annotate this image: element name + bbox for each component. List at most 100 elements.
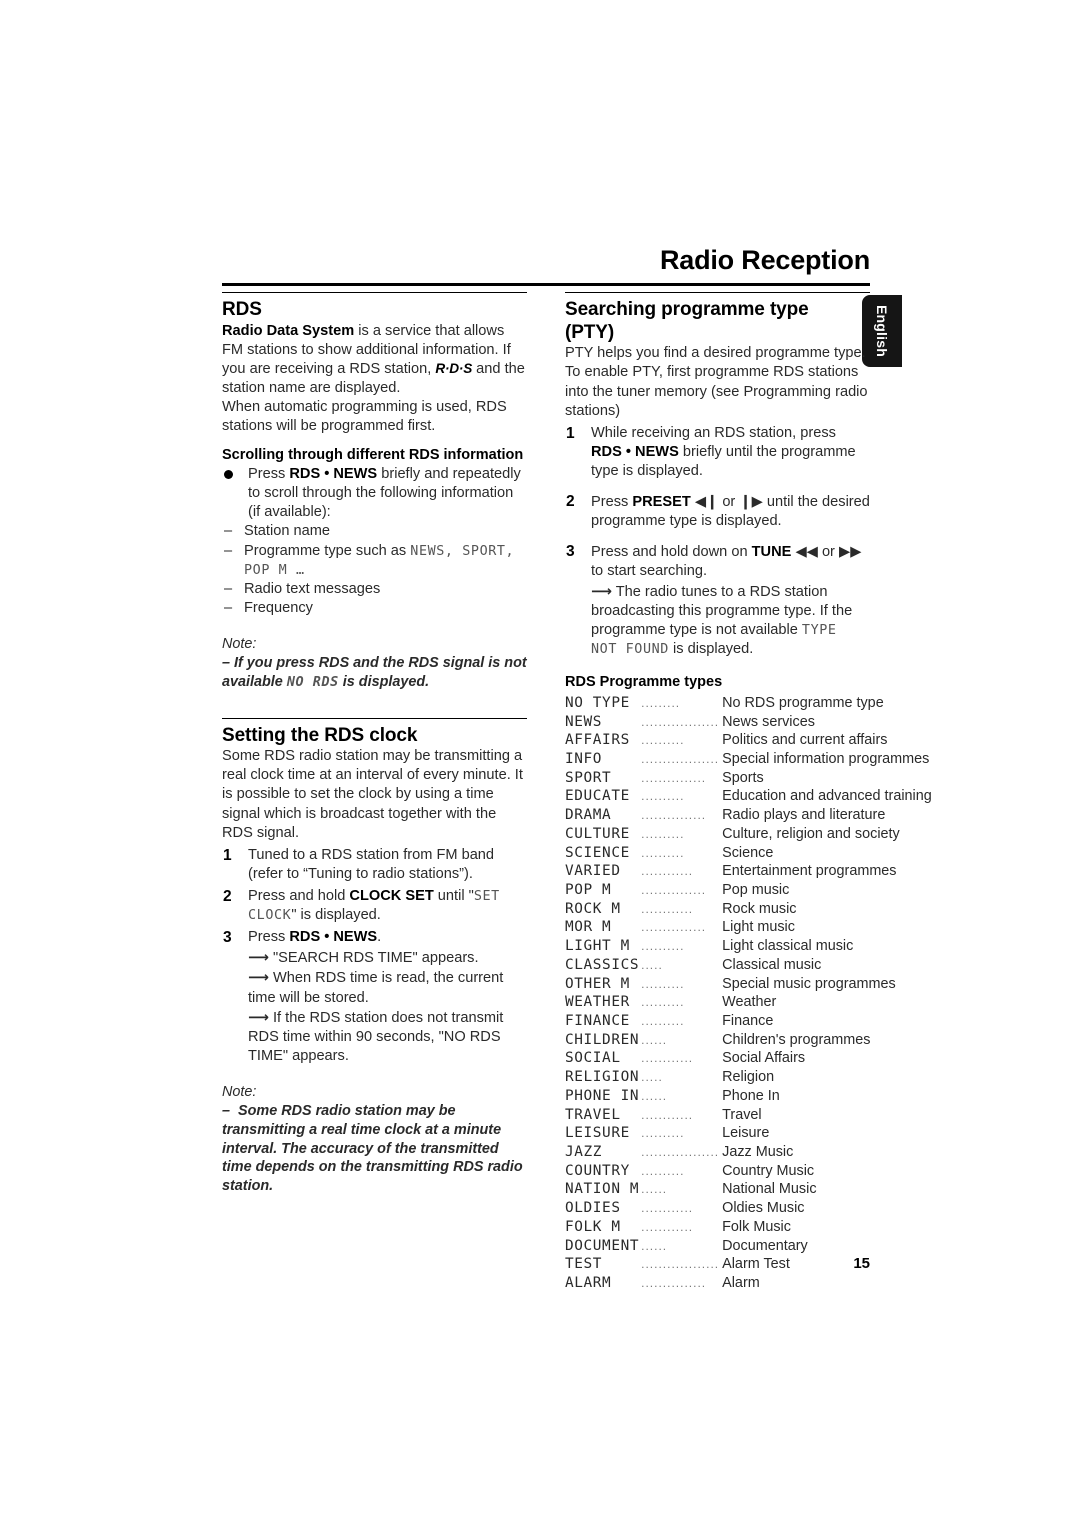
pty-code: CLASSICS xyxy=(565,956,640,973)
preset-previous-icon: ◀❙ xyxy=(694,493,719,511)
pty-result: ⟶ The radio tunes to a RDS station broad… xyxy=(591,582,870,659)
step-text-mid: or xyxy=(817,544,839,561)
step-text-mid: or xyxy=(718,494,740,511)
title-divider xyxy=(222,282,870,286)
note-dash: – xyxy=(222,654,231,671)
pty-leader: .......... xyxy=(641,939,685,954)
table-row: OTHER M.......... Special music programme… xyxy=(565,975,932,994)
pty-heading-line2: (PTY) xyxy=(565,321,615,343)
rds-intro-paragraph: Radio Data System is a service that allo… xyxy=(222,322,527,398)
clock-result-text: "SEARCH RDS TIME" appears. xyxy=(272,950,479,967)
pty-desc: Science xyxy=(722,844,774,861)
table-row: ALARM............... Alarm xyxy=(565,1274,932,1293)
table-row: FINANCE.......... Finance xyxy=(565,1012,932,1031)
pty-code: WEATHER xyxy=(565,994,630,1011)
note-text-body: Some RDS radio station may be transmitti… xyxy=(222,1102,523,1195)
dash-marker: – xyxy=(224,580,233,597)
pty-code: TRAVEL xyxy=(565,1106,621,1123)
pty-steps: 1 While receiving an RDS station, press … xyxy=(565,424,870,659)
pty-code: NO TYPE xyxy=(565,694,630,711)
pty-leader: ..... xyxy=(641,957,663,972)
pty-leader: ............ xyxy=(641,1201,694,1216)
pty-code: COUNTRY xyxy=(565,1162,630,1179)
table-row: DOCUMENT...... Documentary xyxy=(565,1237,932,1256)
pty-desc: Special music programmes xyxy=(722,975,896,992)
preset-button-label: PRESET xyxy=(632,494,691,511)
arrow-right-icon: ⟶ xyxy=(248,949,269,967)
pty-code: JAZZ xyxy=(565,1144,603,1161)
pty-code: SCIENCE xyxy=(565,844,630,861)
table-row: COUNTRY.......... Country Music xyxy=(565,1162,932,1181)
pty-code: FINANCE xyxy=(565,1013,630,1030)
tune-rewind-icon: ◀◀ xyxy=(795,543,818,561)
pty-code: LIGHT M xyxy=(565,938,630,955)
pty-code: RELIGION xyxy=(565,1069,640,1086)
pty-leader: ............ xyxy=(641,901,694,916)
clock-set-button-label: CLOCK SET xyxy=(349,888,434,905)
arrow-right-icon: ⟶ xyxy=(248,1008,269,1026)
pty-desc: Entertainment programmes xyxy=(722,863,897,880)
pty-code: INFO xyxy=(565,750,603,767)
pty-leader: .......... xyxy=(641,733,685,748)
rds-note: Note: – If you press RDS and the RDS sig… xyxy=(222,635,527,692)
note-text-part2: is displayed. xyxy=(338,673,430,690)
clock-result-3: ⟶ If the RDS station does not transmit R… xyxy=(248,1008,527,1066)
clock-intro-paragraph: Some RDS radio station may be transmitti… xyxy=(222,748,523,841)
clock-result-1: ⟶ "SEARCH RDS TIME" appears. xyxy=(248,948,527,968)
table-row: CLASSICS..... Classical music xyxy=(565,956,932,975)
pty-leader: .................. xyxy=(641,1257,720,1272)
pty-code: CHILDREN xyxy=(565,1031,640,1048)
step-number: 3 xyxy=(223,929,232,947)
pty-leader: ............... xyxy=(641,882,707,897)
pty-leader: .......... xyxy=(641,789,685,804)
pty-leader: .................. xyxy=(641,751,720,766)
scrolling-subheading: Scrolling through different RDS informat… xyxy=(222,447,524,464)
pty-desc: Culture, religion and society xyxy=(722,825,900,842)
pty-step-3: 3 Press and hold down on TUNE ◀◀ or ▶▶ t… xyxy=(565,542,870,659)
pty-leader: .......... xyxy=(641,845,685,860)
list-item-label: Radio text messages xyxy=(244,580,381,597)
pty-leader: ............... xyxy=(641,1276,707,1291)
pty-code: NATION M xyxy=(565,1181,640,1198)
pty-desc: Folk Music xyxy=(722,1218,791,1235)
pty-leader: .......... xyxy=(641,1126,685,1141)
list-item-label: Programme type such as xyxy=(244,542,411,559)
step-text-pre: Press and hold xyxy=(248,888,350,905)
table-row: RELIGION..... Religion xyxy=(565,1068,932,1087)
table-row: VARIED............ Entertainment programm… xyxy=(565,862,932,881)
table-row: SPORT............... Sports xyxy=(565,769,932,788)
pty-code: VARIED xyxy=(565,863,621,880)
clock-result-text: If the RDS station does not transmit RDS… xyxy=(248,1009,504,1064)
preset-next-icon: ❙▶ xyxy=(739,493,763,511)
pty-desc: Oldies Music xyxy=(722,1200,805,1217)
tune-forward-icon: ▶▶ xyxy=(838,543,862,561)
pty-desc: Country Music xyxy=(722,1162,815,1179)
pty-step-1: 1 While receiving an RDS station, press … xyxy=(565,424,870,481)
pty-desc: Phone In xyxy=(722,1087,780,1104)
bullet-dot-icon xyxy=(224,470,233,480)
table-row: OLDIES............ Oldies Music xyxy=(565,1199,932,1218)
pty-intro-paragraph: PTY helps you find a desired programme t… xyxy=(565,345,868,419)
programme-types-table: NO TYPE......... No RDS programme type NE… xyxy=(565,694,932,1293)
table-row: SOCIAL............ Social Affairs xyxy=(565,1049,932,1068)
step-text-post: to start searching. xyxy=(591,563,707,580)
pty-desc: Sports xyxy=(722,769,764,786)
pty-leader: ..... xyxy=(641,1070,663,1085)
clock-result-2: ⟶ When RDS time is read, the current tim… xyxy=(248,968,527,1007)
pty-leader: ......... xyxy=(641,695,681,710)
step-text-pre: While receiving an RDS station, press xyxy=(591,424,836,441)
pty-code: LEISURE xyxy=(565,1125,630,1142)
pty-leader: .................. xyxy=(641,1145,720,1160)
pty-desc: Classical music xyxy=(722,956,822,973)
rds-news-button-label: RDS • NEWS xyxy=(289,929,378,946)
pty-code: TEST xyxy=(565,1256,603,1273)
rds-section-divider xyxy=(222,292,527,293)
dash-marker: – xyxy=(224,599,233,616)
pty-leader: ............ xyxy=(641,1219,694,1234)
pty-leader: ...... xyxy=(641,1032,668,1047)
pty-desc: News services xyxy=(722,713,815,730)
pty-leader: .................. xyxy=(641,714,720,729)
step-number: 2 xyxy=(566,493,575,511)
step-text-pre: Press xyxy=(248,929,290,946)
table-row: CHILDREN...... Children's programmes xyxy=(565,1031,932,1050)
